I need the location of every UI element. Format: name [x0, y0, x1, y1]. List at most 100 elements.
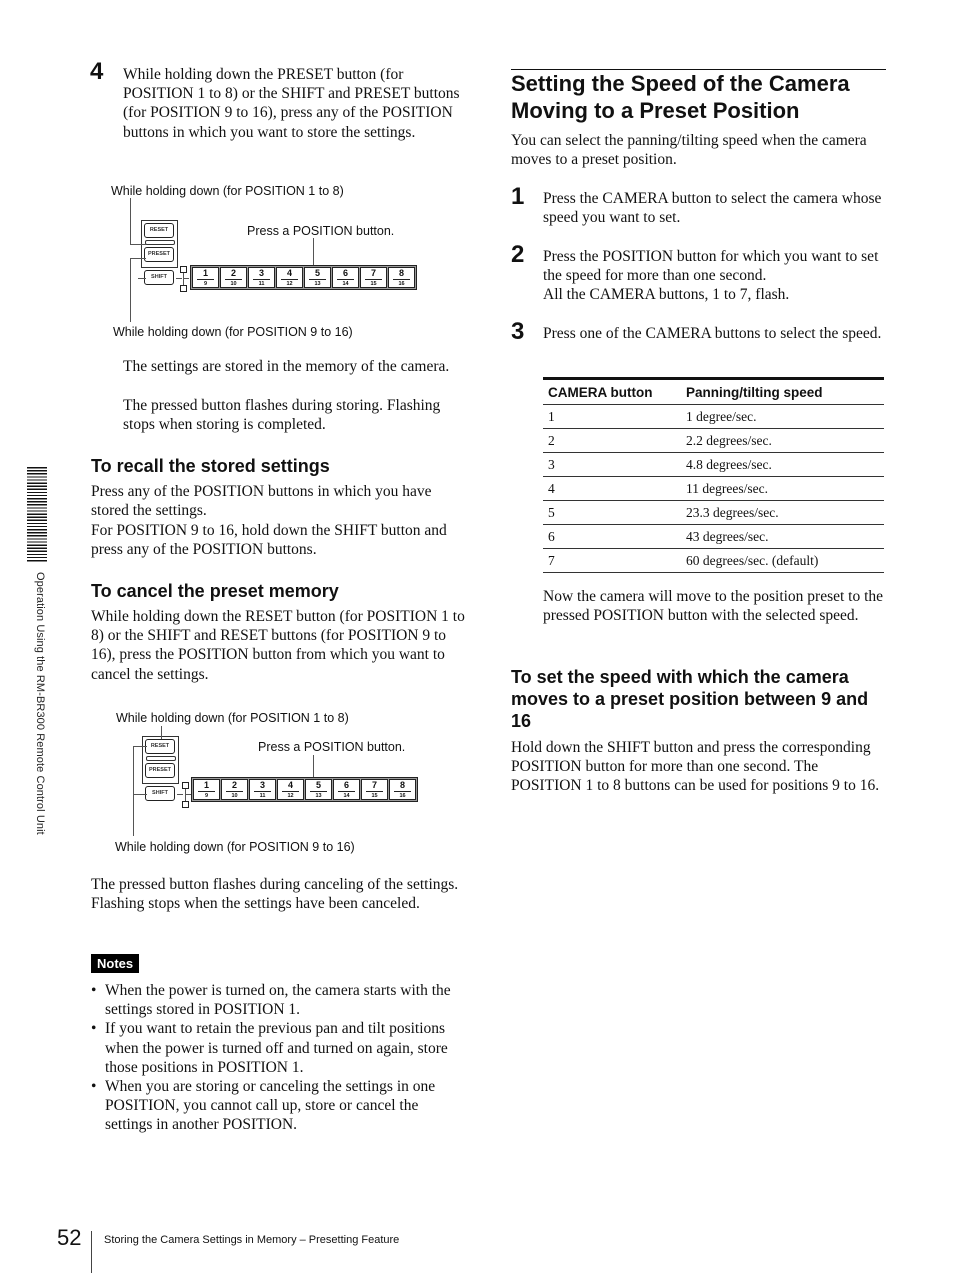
position-number: 3 [259, 779, 265, 790]
cancel-heading: To cancel the preset memory [91, 581, 339, 601]
step-1-text: Press the CAMERA button to select the ca… [543, 190, 882, 227]
caption-holding-9-16: While holding down (for POSITION 9 to 16… [113, 325, 353, 339]
position-button-1: 19 [193, 779, 220, 800]
position-number: 4 [286, 267, 292, 278]
speed-cell: 11 degrees/sec. [681, 476, 884, 501]
preset-button: PRESET [145, 763, 175, 778]
sub-text: Hold down the SHIFT button and press the… [511, 739, 880, 795]
position-divider [366, 790, 383, 792]
after-table-text: Now the camera will move to the position… [543, 588, 884, 625]
stored-text-2: The pressed button flashes during storin… [123, 397, 441, 434]
position-button-5: 5 13 [304, 267, 331, 288]
press-leader-line [313, 238, 314, 266]
camera-button-cell: 3 [543, 452, 681, 477]
speed-cell: 2.2 degrees/sec. [681, 428, 884, 453]
position-shift-number: 11 [258, 280, 265, 287]
indicator-slot [145, 240, 175, 245]
shift-button: SHIFT [144, 270, 174, 285]
position-number: 1 [203, 779, 209, 790]
position-number: 2 [231, 779, 237, 790]
connector-node [182, 801, 189, 808]
position-number: 1 [202, 267, 208, 278]
leader-line [130, 198, 131, 244]
position-button-8: 8 16 [389, 779, 416, 800]
step-4-text: While holding down the PRESET button (fo… [123, 66, 460, 141]
position-number: 5 [315, 779, 321, 790]
position-shift-number: 9 [203, 280, 208, 287]
position-button-2: 2 10 [220, 267, 247, 288]
table-row: 6 43 degrees/sec. [543, 524, 884, 549]
position-shift-number: 14 [343, 792, 350, 799]
connector-node [180, 285, 187, 292]
recall-text-2: For POSITION 9 to 16, hold down the SHIF… [91, 522, 447, 559]
speed-cell: 1 degree/sec. [681, 404, 884, 429]
connector [183, 278, 189, 279]
leader-line [130, 244, 146, 245]
camera-button-cell: 2 [543, 428, 681, 453]
position-divider [393, 278, 410, 280]
caption-holding-1-8: While holding down (for POSITION 1 to 8) [116, 711, 349, 725]
caption-holding-1-8: While holding down (for POSITION 1 to 8) [111, 184, 344, 198]
step-2-text-2: All the CAMERA buttons, 1 to 7, flash. [543, 286, 790, 303]
position-divider [337, 278, 354, 280]
camera-button-cell: 6 [543, 524, 681, 549]
position-button-7: 7 15 [360, 267, 387, 288]
recall-text-1: Press any of the POSITION buttons in whi… [91, 483, 432, 520]
step-number-4: 4 [90, 58, 104, 85]
camera-button-cell: 4 [543, 476, 681, 501]
position-number: 5 [314, 267, 320, 278]
step-number-2: 2 [511, 241, 525, 268]
position-buttons-strip: 1 9 2 10 3 11 4 12 5 13 6 14 7 15 8 16 [190, 265, 417, 290]
table-row: 3 4.8 degrees/sec. [543, 452, 884, 477]
note-item: When you are storing or canceling the se… [91, 1077, 469, 1135]
table-row: 2 2.2 degrees/sec. [543, 428, 884, 453]
position-number: 2 [230, 267, 236, 278]
position-divider [310, 790, 327, 792]
position-number: 6 [342, 267, 348, 278]
stored-text-1: The settings are stored in the memory of… [123, 358, 450, 375]
step-3-text: Press one of the CAMERA buttons to selec… [543, 325, 882, 342]
position-number: 7 [371, 779, 377, 790]
caption-press-position: Press a POSITION button. [258, 740, 406, 754]
position-divider [281, 278, 298, 280]
notes-label: Notes [91, 954, 140, 973]
caption-holding-9-16: While holding down (for POSITION 9 to 16… [115, 840, 355, 854]
position-buttons-strip: 1 9 2 10 3 11 4 12 5 13 6 14 7 15 8 16 [191, 777, 418, 802]
speed-cell: 43 degrees/sec. [681, 524, 884, 549]
position-button-7: 7 15 [361, 779, 388, 800]
header-speed: Panning/tilting speed [681, 377, 884, 405]
table-header-row: CAMERA button Panning/tilting speed [543, 377, 884, 405]
position-divider [225, 278, 242, 280]
position-shift-number: 14 [342, 280, 349, 287]
position-divider [282, 790, 299, 792]
footer-divider [91, 1231, 92, 1273]
position-divider [365, 278, 382, 280]
position-button-6: 6 14 [332, 267, 359, 288]
position-button-2: 2 10 [221, 779, 248, 800]
step-number-1: 1 [511, 183, 525, 210]
notes-badge: Notes [91, 954, 140, 973]
notes-list: When the power is turned on, the camera … [91, 981, 469, 1135]
connector-node [180, 266, 187, 273]
leader-line [161, 726, 162, 739]
camera-button-cell: 1 [543, 404, 681, 429]
section-intro: You can select the panning/tilting speed… [511, 132, 867, 169]
footer-section-title: Storing the Camera Settings in Memory – … [104, 1234, 400, 1246]
position-shift-number: 10 [230, 280, 237, 287]
table-row: 7 60 degrees/sec. (default) [543, 548, 884, 573]
position-shift-number: 10 [231, 792, 238, 799]
note-item: When the power is turned on, the camera … [91, 981, 469, 1019]
reset-button: RESET [144, 223, 174, 238]
speed-cell: 4.8 degrees/sec. [681, 452, 884, 477]
position-shift-number: 13 [314, 280, 321, 287]
position-number: 7 [370, 267, 376, 278]
position-divider [197, 278, 214, 280]
position-shift-number: 11 [259, 792, 266, 799]
leader-line [133, 746, 134, 836]
position-number: 3 [258, 267, 264, 278]
position-number: 8 [399, 779, 405, 790]
indicator-slot [146, 756, 176, 761]
speed-cell: 23.3 degrees/sec. [681, 500, 884, 525]
position-button-4: 4 12 [276, 267, 303, 288]
position-shift-number: 16 [399, 792, 406, 799]
